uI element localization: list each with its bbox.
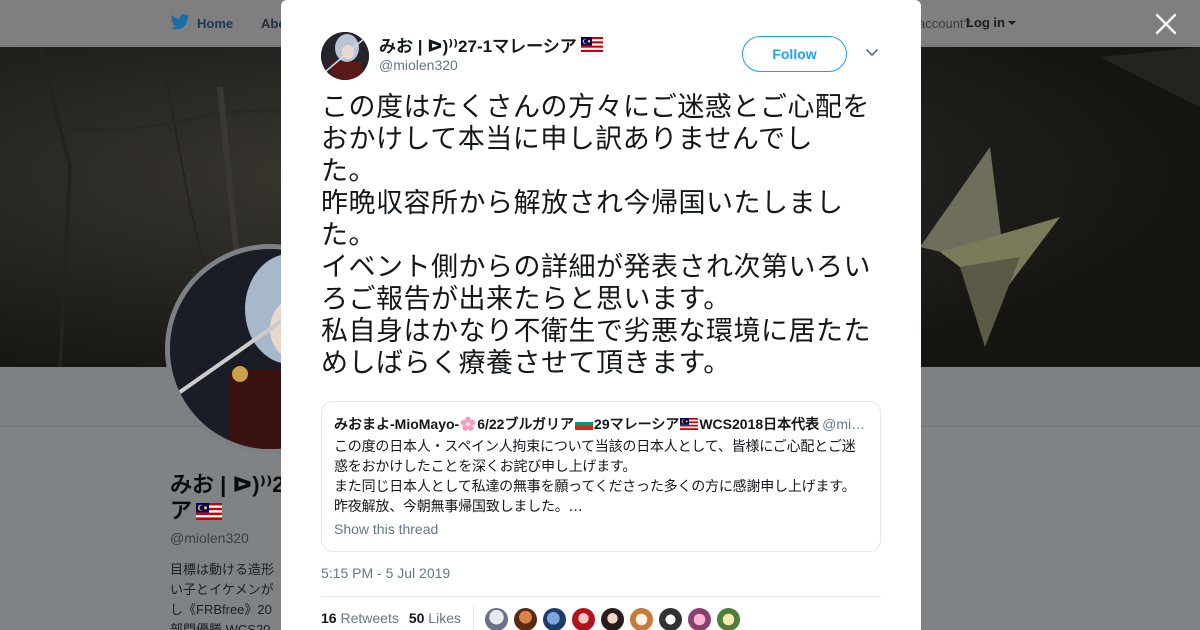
tweet-author-avatar[interactable] xyxy=(321,32,369,80)
chevron-down-icon[interactable] xyxy=(865,48,879,58)
quoted-author-handle: @mi… xyxy=(822,416,866,432)
likes-label: Likes xyxy=(428,610,461,626)
close-icon[interactable] xyxy=(1154,12,1178,36)
stats-separator xyxy=(473,604,474,630)
bulgaria-flag-icon xyxy=(575,418,594,430)
tweet-modal: みお | ᐅ)⁾⁾27-1マレーシア @miolen320 Follow この度… xyxy=(281,0,921,630)
nav-home-link[interactable]: Home xyxy=(197,16,233,31)
quoted-author-name-part: 29マレーシア xyxy=(594,416,680,432)
quoted-tweet[interactable]: みおまよ-MioMayo- 6/22ブルガリア 29マレーシア WCS2018日… xyxy=(321,401,881,552)
author-avatar-image xyxy=(321,32,369,80)
quoted-author-name-part: WCS2018日本代表 xyxy=(699,416,820,432)
tweet-text-line: た。 xyxy=(321,220,376,251)
divider xyxy=(321,596,881,597)
sakura-icon xyxy=(460,416,476,431)
tweet-author-handle[interactable]: @miolen320 xyxy=(379,57,458,73)
retweets-count: 16 xyxy=(321,610,337,626)
tweet-author-name[interactable]: みお | ᐅ)⁾⁾27-1マレーシア xyxy=(379,32,603,57)
follow-button[interactable]: Follow xyxy=(742,36,847,72)
liker-avatar[interactable] xyxy=(484,607,509,630)
twitter-bird-icon[interactable] xyxy=(170,14,190,31)
liker-avatar[interactable] xyxy=(629,607,654,630)
tweet-text-line: おかけして本当に申し訳ありませんでし xyxy=(321,124,814,155)
tweet-timestamp[interactable]: 5:15 PM - 5 Jul 2019 xyxy=(321,565,450,581)
profile-handle: @miolen320 xyxy=(170,530,249,546)
tweet-text: この度はたくさんの方々にご迷惑とご心配を おかけして本当に申し訳ありませんでし … xyxy=(321,92,887,380)
liker-avatar[interactable] xyxy=(658,607,683,630)
tweet-text-line: イベント側からの詳細が発表され次第いろい xyxy=(321,252,871,283)
login-caret-icon[interactable] xyxy=(1008,21,1016,25)
tweet-text-line: た。 xyxy=(321,156,376,187)
profile-name: みお | ᐅ)⁾⁾2 ア xyxy=(170,472,290,524)
quoted-tweet-header: みおまよ-MioMayo- 6/22ブルガリア 29マレーシア WCS2018日… xyxy=(334,414,868,434)
profile-name-line2: ア xyxy=(170,498,193,523)
show-thread-link[interactable]: Show this thread xyxy=(334,521,438,537)
have-account-text: account? xyxy=(918,16,971,31)
tweet-text-line: めしばらく療養させて頂きます。 xyxy=(321,348,731,379)
author-name-text: みお | ᐅ)⁾⁾27-1マレーシア xyxy=(379,37,577,56)
likes-count: 50 xyxy=(408,610,425,626)
liker-avatar[interactable] xyxy=(513,607,538,630)
retweets-label: Retweets xyxy=(340,610,399,626)
liker-avatar[interactable] xyxy=(542,607,567,630)
quoted-text-line: 惑をおかけしたことを深くお詫び申し上げます。 xyxy=(334,459,637,475)
tweet-text-line: 私自身はかなり不衛生で劣悪な環境に居たた xyxy=(321,316,871,347)
tweet-text-line: この度はたくさんの方々にご迷惑とご心配を xyxy=(321,92,870,123)
liker-avatars xyxy=(484,607,741,630)
liker-avatar[interactable] xyxy=(687,607,712,630)
malaysia-flag-icon xyxy=(680,418,699,430)
malaysia-flag-icon xyxy=(580,37,603,52)
quoted-author-name-part: 6/22ブルガリア xyxy=(477,416,575,432)
likes-stat[interactable]: 50 Likes xyxy=(409,610,461,626)
profile-name-line1: みお | ᐅ)⁾⁾2 xyxy=(170,472,285,497)
login-link[interactable]: Log in xyxy=(966,15,1005,30)
quoted-text-line: 昨夜解放、今朝無事帰国致しました。… xyxy=(334,499,583,515)
tweet-stats: 16 Retweets 50 Likes xyxy=(321,610,461,626)
profile-bio: 目標は動ける造形 い子とイケメンが し《FRBfree》20 部門優勝 WCS2… xyxy=(170,562,275,630)
tweet-text-line: 昨晩収容所から解放され今帰国いたしまし xyxy=(321,188,844,219)
quoted-text-line: また同じ日本人として私達の無事を願ってくださった多くの方に感謝申し上げます。 xyxy=(334,479,856,495)
liker-avatar[interactable] xyxy=(571,607,596,630)
quoted-tweet-text: この度の日本人・スペイン人拘束について当該の日本人として、皆様にご心配とご迷 惑… xyxy=(334,437,868,517)
liker-avatar[interactable] xyxy=(600,607,625,630)
tweet-text-line: ろご報告が出来たらと思います。 xyxy=(321,284,731,315)
retweets-stat[interactable]: 16 Retweets xyxy=(321,610,399,626)
liker-avatar[interactable] xyxy=(716,607,741,630)
malaysia-flag-icon xyxy=(196,502,223,520)
quoted-author-name: みおまよ-MioMayo- xyxy=(334,416,460,432)
quoted-text-line: この度の日本人・スペイン人拘束について当該の日本人として、皆様にご心配とご迷 xyxy=(334,439,856,455)
